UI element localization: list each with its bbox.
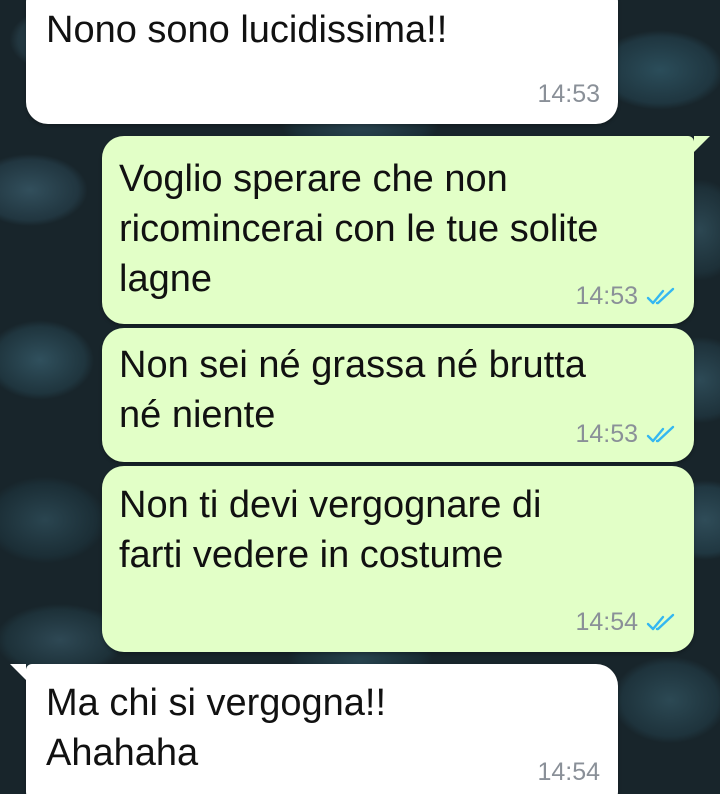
message-bubble-incoming[interactable]: Nono sono lucidissima!! 14:53 xyxy=(26,0,618,124)
message-text: Nono sono lucidissima!! xyxy=(46,9,448,51)
message-list[interactable]: Nono sono lucidissima!! 14:53 Voglio spe… xyxy=(0,0,720,794)
message-time: 14:53 xyxy=(575,282,638,310)
bubble-tail xyxy=(694,136,710,152)
message-meta: 14:53 xyxy=(537,80,600,109)
message-time: 14:54 xyxy=(575,608,638,636)
message-time: 14:53 xyxy=(537,80,600,108)
bubble-tail xyxy=(10,664,26,680)
message-meta: 14:54 xyxy=(537,758,600,787)
message-bubble-outgoing[interactable]: Non ti devi vergognare di farti vedere i… xyxy=(102,466,694,652)
message-bubble-outgoing[interactable]: Voglio sperare che non ricomincerai con … xyxy=(102,136,694,324)
double-check-read-icon xyxy=(646,425,675,442)
message-text: Non ti devi vergognare di farti vedere i… xyxy=(119,484,542,576)
double-check-read-icon xyxy=(646,287,675,304)
message-meta: 14:54 xyxy=(575,608,676,637)
message-meta: 14:53 xyxy=(575,282,676,311)
message-text: Non sei né grassa né brutta né niente xyxy=(119,344,586,436)
message-time: 14:54 xyxy=(537,758,600,786)
double-check-read-icon xyxy=(646,613,675,630)
message-time: 14:53 xyxy=(575,420,638,448)
message-text: Voglio sperare che non ricomincerai con … xyxy=(119,158,599,300)
message-text: Ma chi si vergogna!! Ahahaha xyxy=(46,682,387,774)
message-bubble-outgoing[interactable]: Non sei né grassa né brutta né niente 14… xyxy=(102,328,694,462)
message-meta: 14:53 xyxy=(575,420,676,449)
message-bubble-incoming[interactable]: Ma chi si vergogna!! Ahahaha 14:54 xyxy=(26,664,618,794)
